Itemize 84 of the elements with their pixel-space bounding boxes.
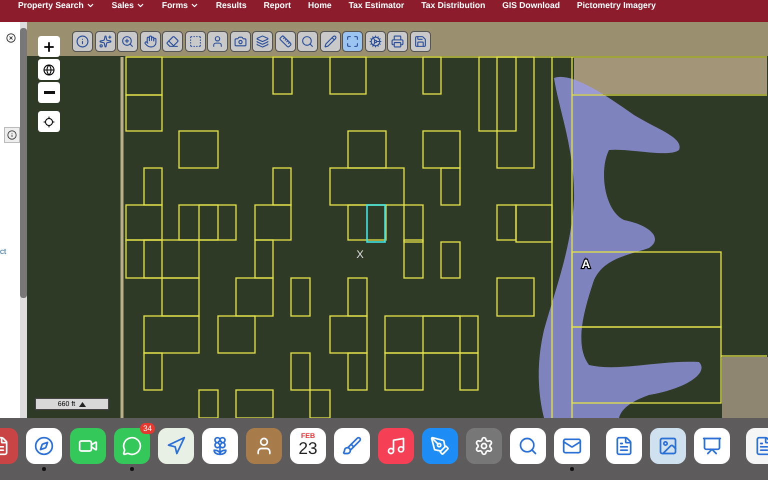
speech-bubble-icon <box>122 436 142 456</box>
nav-menu-item[interactable]: Home <box>308 0 341 10</box>
nav-menu-item[interactable]: Forms <box>162 0 208 10</box>
presentation-app-icon[interactable] <box>694 428 730 464</box>
map-tool-button[interactable] <box>252 31 273 52</box>
document-app-icon[interactable] <box>606 428 642 464</box>
zoom-in-button[interactable] <box>38 36 60 57</box>
envelope-app-icon[interactable] <box>554 428 590 464</box>
eraser-icon <box>166 35 179 48</box>
crosshair-icon <box>43 116 55 128</box>
globe-button[interactable] <box>38 59 60 80</box>
camera-icon <box>234 35 246 48</box>
zoom-out-button[interactable] <box>38 82 60 103</box>
compass-icon <box>34 436 54 456</box>
document-icon <box>754 436 768 456</box>
gear-icon <box>368 35 382 48</box>
map-tool-button[interactable] <box>320 31 340 52</box>
video-camera-app-icon[interactable] <box>70 428 106 464</box>
map-tool-button[interactable] <box>72 31 93 52</box>
document-icon <box>614 436 634 456</box>
map-tool-button[interactable] <box>230 31 250 52</box>
zone-label: A <box>582 257 590 271</box>
ruler-icon <box>278 35 292 48</box>
scribble-icon <box>342 436 362 456</box>
zone-label: X <box>356 249 364 261</box>
presentation-icon <box>702 436 722 456</box>
map-tool-button[interactable] <box>207 31 228 52</box>
map-arrow-icon <box>166 436 186 456</box>
nav-menu-item[interactable]: Property Search <box>18 0 104 10</box>
link-text[interactable]: ct <box>0 247 6 256</box>
dashed-square-icon <box>188 35 202 48</box>
bare-field-area <box>722 357 768 418</box>
plus-icon <box>42 40 56 54</box>
map-tool-button[interactable] <box>297 31 318 52</box>
image-preview-app-icon[interactable] <box>650 428 686 464</box>
notification-badge: 34 <box>140 422 155 434</box>
selected-parcel[interactable] <box>366 204 386 243</box>
info-button[interactable] <box>4 127 20 143</box>
scribble-app-icon[interactable] <box>334 428 370 464</box>
globe-icon <box>43 64 55 76</box>
map-tool-button[interactable] <box>94 31 116 52</box>
nav-menu-item[interactable]: Report <box>264 0 300 10</box>
nav-menu-item[interactable]: Sales <box>112 0 154 10</box>
map-arrow-app-icon[interactable] <box>158 428 194 464</box>
gear-app-icon[interactable] <box>466 428 502 464</box>
scrollbar[interactable] <box>20 22 27 418</box>
search-icon <box>301 35 314 48</box>
flower-app-icon[interactable] <box>202 428 238 464</box>
map-tool-button[interactable] <box>162 31 183 52</box>
map-tool-button[interactable] <box>117 31 138 52</box>
nav-menu-item[interactable]: Pictometry Imagery <box>576 0 665 10</box>
music-note-icon <box>386 436 406 456</box>
zoom-in-icon <box>121 35 134 48</box>
map-tool-button[interactable] <box>364 31 386 52</box>
map-tool-button[interactable] <box>274 31 296 52</box>
scrollbar-thumb[interactable] <box>20 28 27 298</box>
image-preview-icon <box>658 436 678 456</box>
printer-icon <box>391 35 404 48</box>
full-extent-icon <box>346 35 359 48</box>
hand-icon <box>144 35 156 48</box>
info-icon <box>7 130 17 140</box>
close-icon[interactable] <box>6 33 16 43</box>
compass-app-icon[interactable] <box>26 428 62 464</box>
gear-icon <box>474 436 494 456</box>
envelope-icon <box>562 436 582 456</box>
nav-menu-item[interactable]: Results <box>216 0 256 10</box>
info-icon <box>76 35 89 48</box>
map-tool-button[interactable] <box>410 31 430 52</box>
minus-icon <box>44 91 54 94</box>
triangle-up-icon <box>79 402 86 406</box>
nav-menu-item[interactable]: Tax Distribution <box>421 0 494 10</box>
person-icon <box>211 35 224 48</box>
nav-menu-item[interactable]: Tax Estimator <box>348 0 414 10</box>
map-tool-button[interactable] <box>387 31 408 52</box>
sparkle-icon <box>98 35 112 48</box>
map-tool-button[interactable] <box>184 31 206 52</box>
locate-button[interactable] <box>38 111 60 132</box>
map-tool-button[interactable] <box>342 31 363 52</box>
map-tool-button[interactable] <box>140 31 160 52</box>
nav-menu-item[interactable]: GIS Download <box>502 0 569 10</box>
pencil-icon <box>324 35 336 48</box>
contact-book-app-icon[interactable] <box>246 428 282 464</box>
music-note-app-icon[interactable] <box>378 428 414 464</box>
layers-icon <box>256 35 269 48</box>
